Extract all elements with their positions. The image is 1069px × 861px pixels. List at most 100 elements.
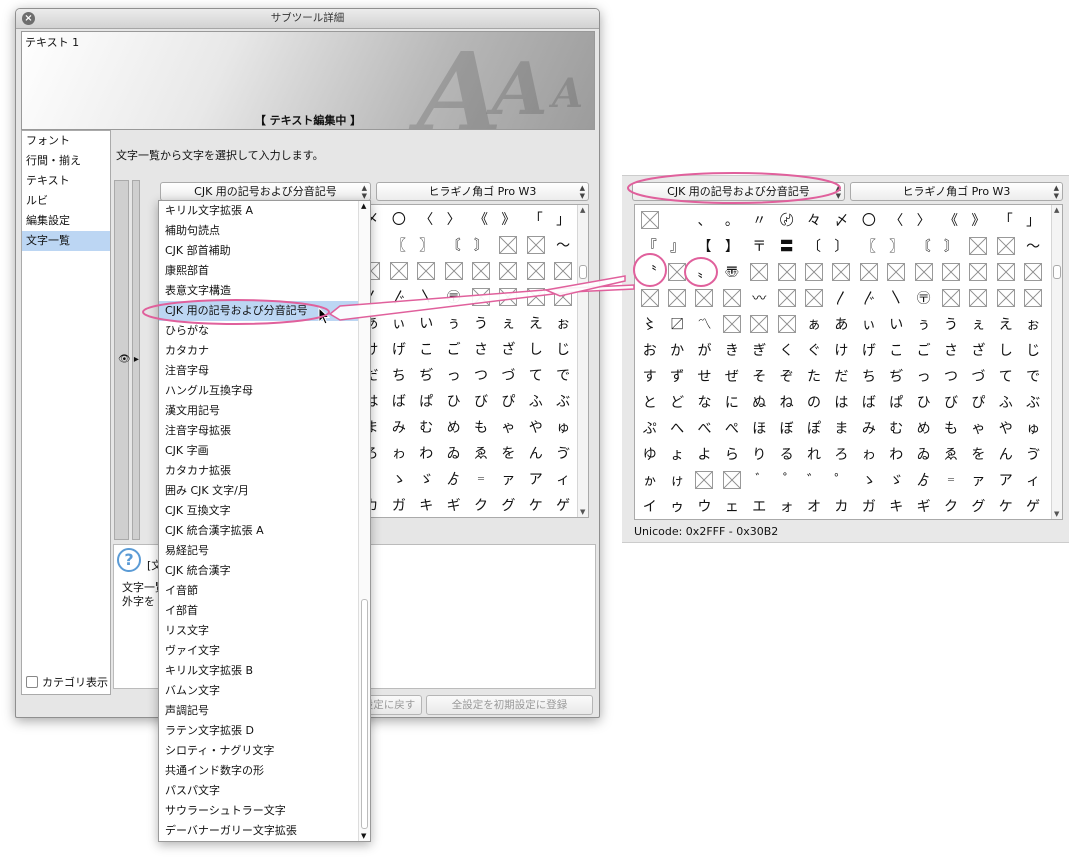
char-cell[interactable] [636,207,663,233]
char-cell[interactable]: め [440,414,467,440]
char-cell[interactable] [828,259,855,285]
char-cell[interactable]: グ [965,493,992,519]
dropdown-item[interactable]: CJK 互換文字 [159,501,370,521]
char-cell[interactable]: 〈 [413,206,440,232]
char-cell[interactable]: 「 [522,206,549,232]
dropdown-item[interactable]: ラテン文字拡張 D [159,721,370,741]
char-cell[interactable]: げ [855,337,882,363]
char-cell[interactable]: こ [413,336,440,362]
char-cell[interactable]: ぼ [773,415,800,441]
char-cell[interactable]: 〙 [937,233,964,259]
char-cell[interactable]: う [467,310,494,336]
char-cell[interactable]: ろ [828,441,855,467]
nav-item[interactable]: フォント [22,131,110,151]
dropdown-item[interactable]: キリル文字拡張 B [159,661,370,681]
scroll-down-icon[interactable]: ▼ [1054,510,1059,518]
char-cell[interactable]: 〠 [718,259,745,285]
char-cell[interactable]: 〖 [385,232,412,258]
char-cell[interactable]: つ [467,362,494,388]
dropdown-item[interactable]: 易経記号 [159,541,370,561]
dropdown-item[interactable]: 康熙部首 [159,261,370,281]
char-cell[interactable]: 《 [937,207,964,233]
dropdown-item[interactable]: 注音字母拡張 [159,421,370,441]
char-cell[interactable]: づ [495,362,522,388]
char-cell[interactable]: ん [522,440,549,466]
char-cell[interactable]: ゕ [636,467,663,493]
dropdown-item[interactable]: リス文字 [159,621,370,641]
char-cell[interactable] [800,259,827,285]
char-cell[interactable]: ァ [495,466,522,492]
char-cell[interactable]: て [522,362,549,388]
char-cell[interactable]: ぷ [636,415,663,441]
category-select[interactable]: CJK 用の記号および分音記号 ▲ ▼ [632,182,845,201]
char-cell[interactable]: で [549,362,576,388]
char-cell[interactable]: 〈 [883,207,910,233]
char-cell[interactable]: し [522,336,549,362]
scroll-down-icon[interactable]: ▼ [361,832,366,840]
char-cell[interactable]: ゥ [663,493,690,519]
char-cell[interactable]: ぇ [495,310,522,336]
char-cell[interactable] [467,258,494,284]
dropdown-item[interactable]: CJK 統合漢字 [159,561,370,581]
char-cell[interactable]: 〒 [746,233,773,259]
char-cell[interactable]: ざ [495,336,522,362]
char-cell[interactable]: ゝ [385,466,412,492]
char-cell[interactable] [663,259,690,285]
char-cell[interactable] [746,311,773,337]
char-cell[interactable]: ひ [440,388,467,414]
char-cell[interactable]: ゚ [773,467,800,493]
char-cell[interactable]: ず [663,363,690,389]
char-cell[interactable]: ぴ [965,389,992,415]
char-cell[interactable]: 〵 [883,285,910,311]
char-cell[interactable]: も [937,415,964,441]
char-cell[interactable]: ゅ [1019,415,1046,441]
char-cell[interactable]: ゲ [549,492,576,517]
char-cell[interactable]: べ [691,415,718,441]
char-cell[interactable]: ぶ [549,388,576,414]
char-cell[interactable]: 」 [549,206,576,232]
char-cell[interactable]: 〄 [773,207,800,233]
dropdown-item[interactable]: カタカナ [159,341,370,361]
char-cell[interactable] [992,285,1019,311]
char-cell[interactable]: 〜 [1019,233,1046,259]
font-select[interactable]: ヒラギノ角ゴ Pro W3 ▲ ▼ [376,182,589,201]
dropdown-item[interactable]: パスパ文字 [159,781,370,801]
dropdown-item[interactable]: CJK 統合漢字拡張 A [159,521,370,541]
char-cell[interactable]: の [800,389,827,415]
char-cell[interactable] [1019,285,1046,311]
char-cell[interactable] [522,258,549,284]
char-cell[interactable]: ゆ [636,441,663,467]
char-cell[interactable]: ぉ [1019,311,1046,337]
dropdown-item[interactable]: CJK 字画 [159,441,370,461]
dropdown-item[interactable]: サウラーシュトラー文字 [159,801,370,821]
char-cell[interactable]: じ [549,336,576,362]
dropdown-item[interactable]: 補助句読点 [159,221,370,241]
nav-item[interactable]: 行間・揃え [22,151,110,171]
char-cell[interactable]: あ [828,311,855,337]
char-cell[interactable]: こ [883,337,910,363]
char-cell[interactable]: に [718,389,745,415]
char-cell[interactable]: 〴 [385,284,412,310]
char-cell[interactable]: 〗 [413,232,440,258]
char-cell[interactable]: ゎ [855,441,882,467]
char-cell[interactable]: ア [522,466,549,492]
char-cell[interactable] [773,259,800,285]
char-cell[interactable]: は [828,389,855,415]
char-cell[interactable]: わ [413,440,440,466]
nav-item[interactable]: 文字一覧 [22,231,110,251]
char-cell[interactable]: ク [937,493,964,519]
char-cell[interactable] [773,311,800,337]
char-cell[interactable]: ね [773,389,800,415]
char-cell[interactable]: 〃 [746,207,773,233]
char-cell[interactable] [495,258,522,284]
dropdown-item[interactable]: ハングル互換字母 [159,381,370,401]
char-cell[interactable]: と [636,389,663,415]
char-cell[interactable] [522,232,549,258]
dropdown-item[interactable]: ヴァイ文字 [159,641,370,661]
char-cell[interactable]: 〟 [691,259,718,285]
scroll-thumb[interactable] [361,599,368,829]
char-cell[interactable]: る [773,441,800,467]
char-cell[interactable]: も [467,414,494,440]
char-cell[interactable]: ぇ [965,311,992,337]
char-cell[interactable]: ゐ [440,440,467,466]
